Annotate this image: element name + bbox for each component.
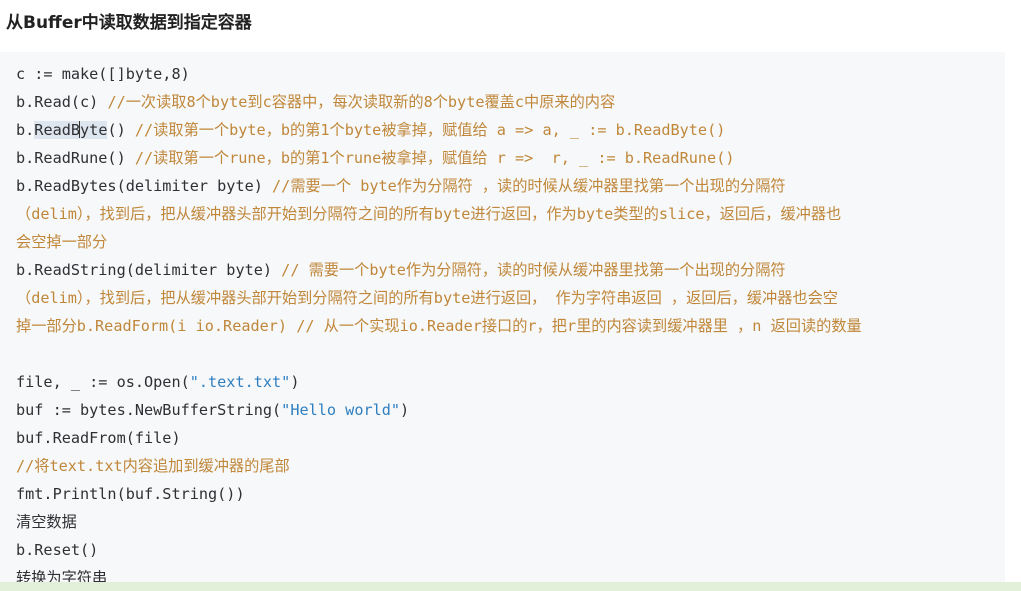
selected-text-part: y <box>80 121 90 139</box>
code-line-2: b.Read(c) //一次读取8个byte到c容器中，每次读取新的8个byte… <box>16 88 862 116</box>
code-comment: 会空掉一部分 <box>16 233 108 251</box>
code-line-15: //将text.txt内容追加到缓冲器的尾部 <box>16 452 862 480</box>
code-line-10: 掉一部分b.ReadForm(i io.Reader) // 从一个实现io.R… <box>16 312 862 340</box>
code-comment: // 需要一个byte作为分隔符，读的时候从缓冲器里找第一个出现的分隔符 <box>281 261 786 279</box>
code-content: c := make([]byte,8) b.Read(c) //一次读取8个by… <box>16 60 862 591</box>
code-comment: //读取第一个rune，b的第1个rune被拿掉，赋值给 r => r, _ :… <box>134 149 735 167</box>
code-line-4: b.ReadRune() //读取第一个rune，b的第1个rune被拿掉，赋值… <box>16 144 862 172</box>
code-string: ".text.txt" <box>189 373 291 391</box>
code-line-6: （delim），找到后，把从缓冲器头部开始到分隔符之间的所有byte进行返回，作… <box>16 200 862 228</box>
code-text: file, _ := os.Open( <box>16 373 190 391</box>
code-text: c := make([]byte,8) <box>16 65 190 83</box>
code-text: () <box>107 121 135 139</box>
code-text: b.ReadBytes(delimiter byte) <box>16 177 273 195</box>
code-text: b.Reset() <box>16 541 99 559</box>
code-text: ) <box>290 373 300 391</box>
code-line-5: b.ReadBytes(delimiter byte) //需要一个 byte作… <box>16 172 862 200</box>
code-comment: （delim），找到后，把从缓冲器头部开始到分隔符之间的所有byte进行返回， … <box>16 289 838 307</box>
code-line-12: file, _ := os.Open(".text.txt") <box>16 368 862 396</box>
code-text: fmt.Println(buf.String()) <box>16 485 245 503</box>
code-text: b.ReadRune() <box>16 149 135 167</box>
code-text: ) <box>400 401 410 419</box>
code-text: buf.ReadFrom(file) <box>16 429 181 447</box>
code-comment: //读取第一个byte，b的第1个byte被拿掉，赋值给 a => a, _ :… <box>134 121 726 139</box>
code-string: "Hello world" <box>281 401 401 419</box>
page-scrollbar[interactable] <box>1005 52 1021 591</box>
code-text: 清空数据 <box>16 513 77 531</box>
code-comment: //一次读取8个byte到c容器中，每次读取新的8个byte覆盖c中原来的内容 <box>107 93 616 111</box>
selected-text[interactable]: ReadByte <box>34 121 108 139</box>
section-heading: 从Buffer中读取数据到指定容器 <box>6 13 252 33</box>
bottom-bar <box>0 582 1021 591</box>
code-line-9: （delim），找到后，把从缓冲器头部开始到分隔符之间的所有byte进行返回， … <box>16 284 862 312</box>
code-line-18: b.Reset() <box>16 536 862 564</box>
code-line-1: c := make([]byte,8) <box>16 60 862 88</box>
code-comment: （delim），找到后，把从缓冲器头部开始到分隔符之间的所有byte进行返回，作… <box>16 205 842 223</box>
selected-text-part: te <box>89 121 108 139</box>
code-line-17: 清空数据 <box>16 508 862 536</box>
code-text: buf := bytes.NewBufferString( <box>16 401 282 419</box>
selected-text-part: ReadB <box>34 121 81 139</box>
code-comment: //将text.txt内容追加到缓冲器的尾部 <box>16 457 290 475</box>
code-text: b. <box>16 121 35 139</box>
code-comment: //需要一个 byte作为分隔符 ，读的时候从缓冲器里找第一个出现的分隔符 <box>272 177 786 195</box>
code-block: c := make([]byte,8) b.Read(c) //一次读取8个by… <box>0 52 1005 591</box>
code-line-7: 会空掉一部分 <box>16 228 862 256</box>
code-text: b.ReadString(delimiter byte) <box>16 261 282 279</box>
code-line-13: buf := bytes.NewBufferString("Hello worl… <box>16 396 862 424</box>
code-line-3: b.ReadByte() //读取第一个byte，b的第1个byte被拿掉，赋值… <box>16 116 862 144</box>
code-line-8: b.ReadString(delimiter byte) // 需要一个byte… <box>16 256 862 284</box>
code-text: b.Read(c) <box>16 93 108 111</box>
code-comment: 掉一部分b.ReadForm(i io.Reader) // 从一个实现io.R… <box>16 317 862 335</box>
code-line-16: fmt.Println(buf.String()) <box>16 480 862 508</box>
code-line-14: buf.ReadFrom(file) <box>16 424 862 452</box>
